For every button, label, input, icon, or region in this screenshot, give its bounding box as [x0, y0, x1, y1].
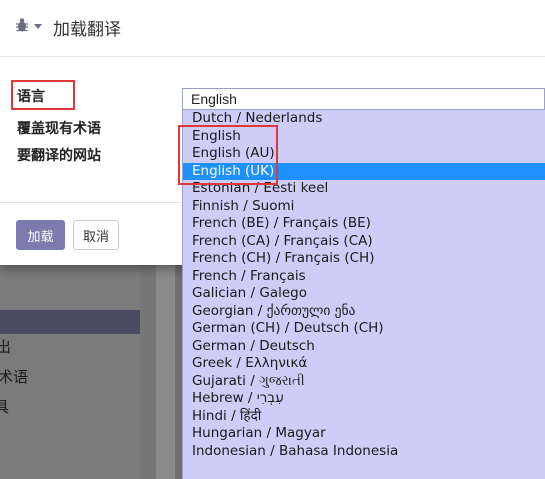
background-sidebar-item: 出	[0, 338, 12, 356]
language-option[interactable]: German / Deutsch	[183, 338, 545, 356]
background-sidebar-item: 具	[0, 398, 10, 416]
language-option[interactable]: Finnish / Suomi	[183, 198, 545, 216]
language-option[interactable]: Greek / Ελληνικά	[183, 355, 545, 373]
dialog-header: 加载翻译	[0, 0, 545, 57]
bug-icon[interactable]	[15, 17, 29, 33]
dialog-title: 加载翻译	[53, 20, 121, 40]
language-option[interactable]: Georgian / ქართული ენა	[183, 303, 545, 321]
language-option[interactable]: Indonesian / Bahasa Indonesia	[183, 443, 545, 461]
background-sidebar-active-item	[0, 310, 140, 334]
chevron-down-icon[interactable]	[34, 24, 42, 29]
language-select-value: English	[191, 91, 237, 107]
overwrite-terms-label: 覆盖现有术语	[17, 121, 101, 137]
language-select[interactable]: English	[182, 88, 545, 110]
language-option[interactable]: French (CA) / Français (CA)	[183, 233, 545, 251]
language-option[interactable]: French (BE) / Français (BE)	[183, 215, 545, 233]
language-option[interactable]: Hindi / हिंदी	[183, 408, 545, 426]
language-option[interactable]: French (CH) / Français (CH)	[183, 250, 545, 268]
background-sidebar-item: 术语	[0, 368, 29, 386]
language-option[interactable]: Hebrew / עִבְרִי	[183, 390, 545, 408]
load-button[interactable]: 加载	[16, 220, 65, 250]
websites-label: 要翻译的网站	[17, 148, 101, 164]
cancel-button[interactable]: 取消	[73, 220, 119, 250]
language-option[interactable]: French / Français	[183, 268, 545, 286]
language-option[interactable]: Galician / Galego	[183, 285, 545, 303]
highlight-box	[178, 125, 278, 185]
language-option[interactable]: Hungarian / Magyar	[183, 425, 545, 443]
language-option[interactable]: German (CH) / Deutsch (CH)	[183, 320, 545, 338]
highlight-box	[11, 80, 75, 110]
language-option[interactable]: Gujarati / ગુજરાતી	[183, 373, 545, 391]
